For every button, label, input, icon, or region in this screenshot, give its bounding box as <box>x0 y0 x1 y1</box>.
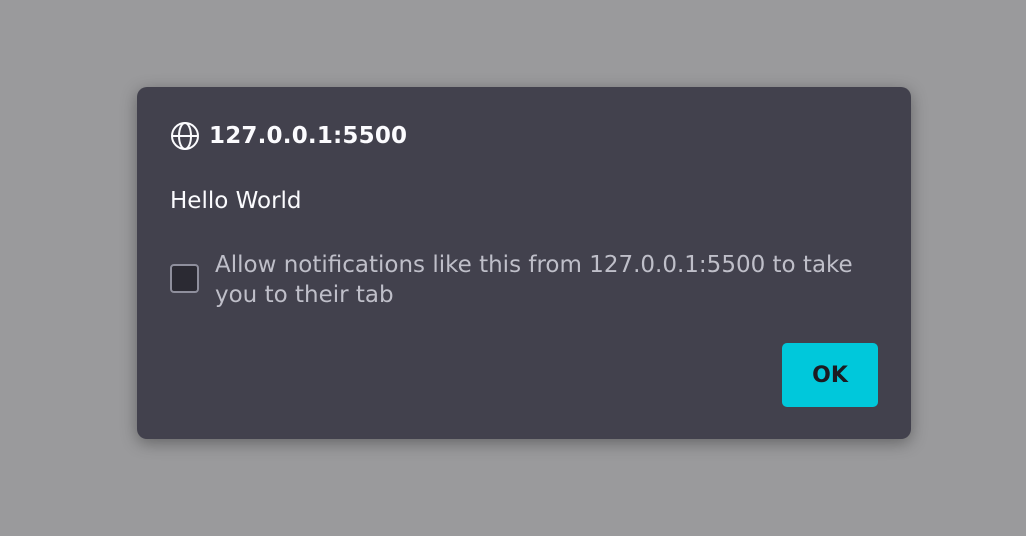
dialog-message: Hello World <box>170 188 302 214</box>
alert-dialog: 127.0.0.1:5500 Hello World Allow notific… <box>137 87 911 439</box>
notification-permission-row[interactable]: Allow notifications like this from 127.0… <box>170 250 890 310</box>
dialog-origin: 127.0.0.1:5500 <box>209 123 408 149</box>
allow-notifications-checkbox[interactable] <box>170 264 199 293</box>
dialog-header: 127.0.0.1:5500 <box>170 121 407 151</box>
allow-notifications-label[interactable]: Allow notifications like this from 127.0… <box>215 250 885 310</box>
globe-icon <box>170 121 200 151</box>
ok-button[interactable]: OK <box>782 343 878 407</box>
